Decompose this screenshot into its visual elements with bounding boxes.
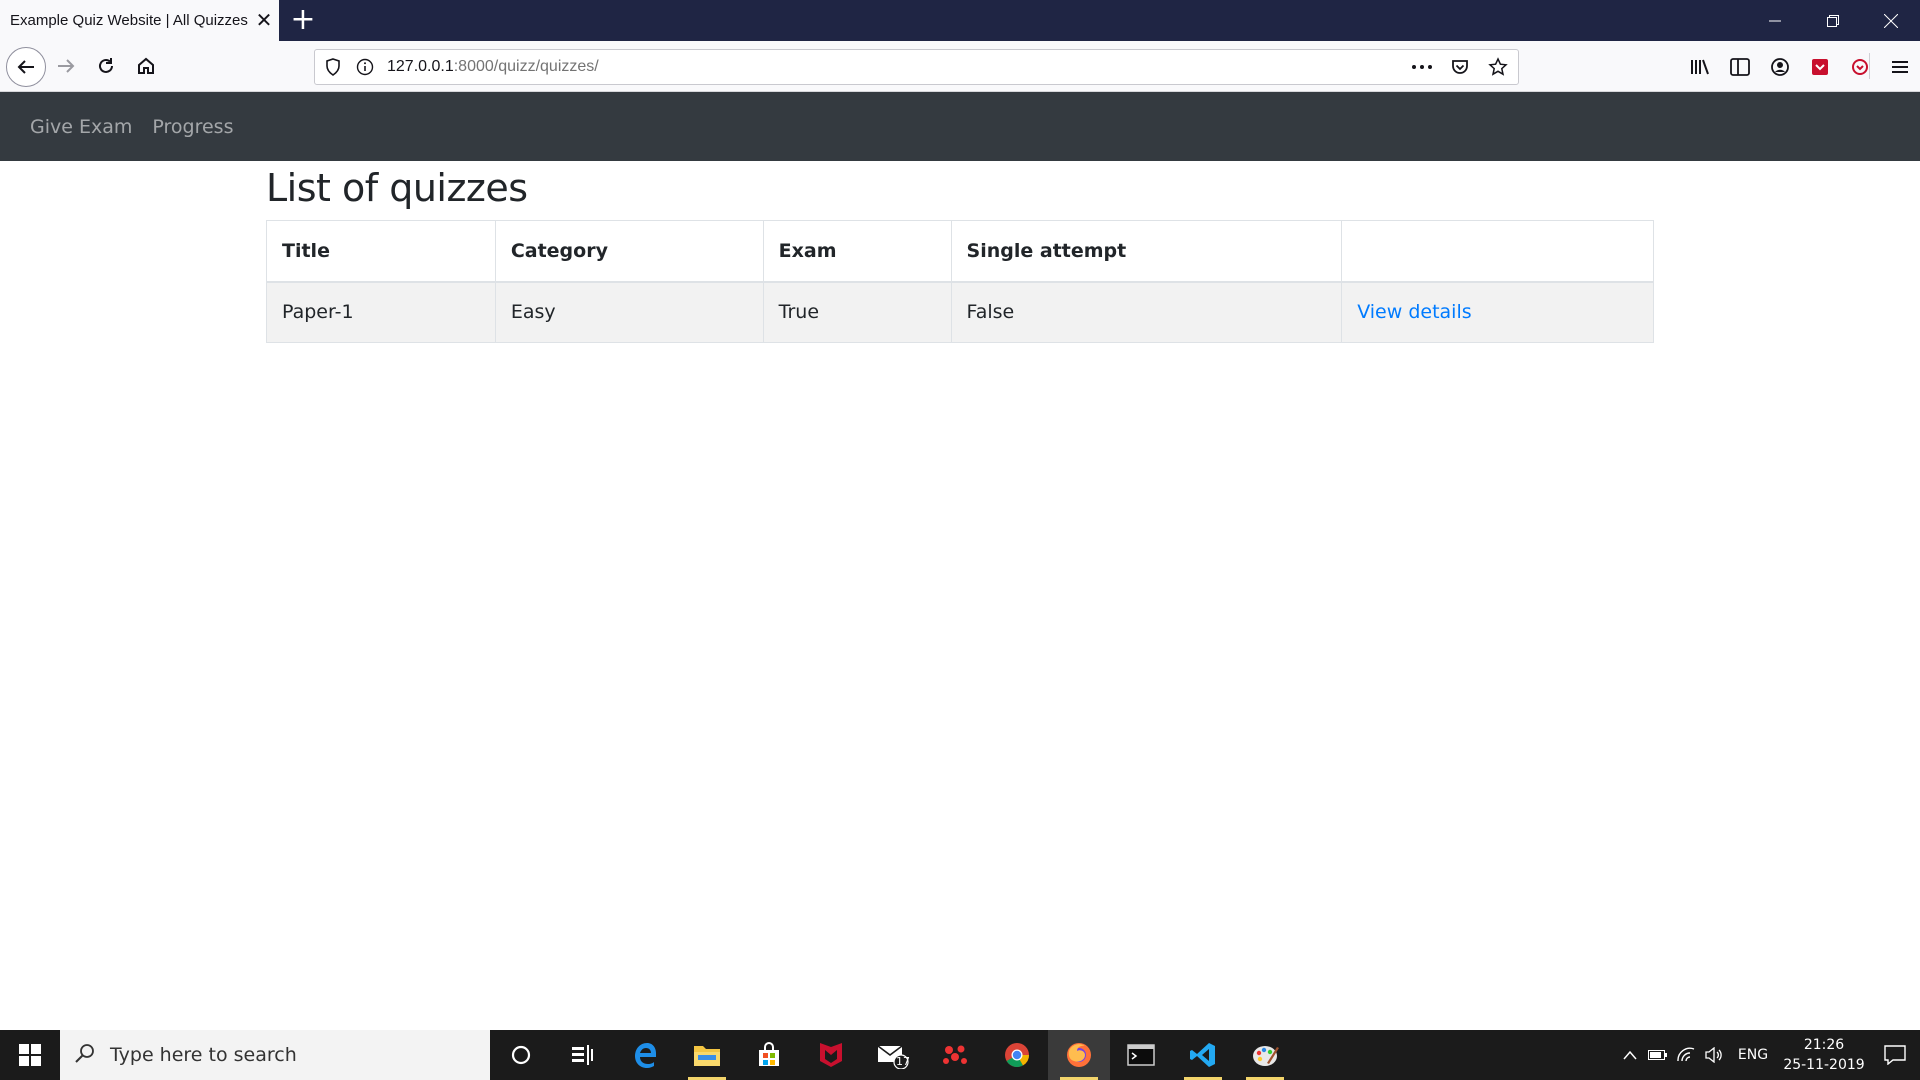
browser-tab[interactable]: Example Quiz Website | All Quizzes ✕ — [0, 0, 279, 41]
sidebar-icon[interactable] — [1720, 49, 1760, 85]
notification-icon[interactable] — [1870, 1030, 1920, 1080]
extension-icon-2[interactable] — [1840, 49, 1880, 85]
nav-give-exam[interactable]: Give Exam — [30, 116, 132, 138]
toolbar-separator — [1869, 53, 1870, 79]
close-window-icon[interactable] — [1862, 0, 1920, 41]
wifi-icon[interactable] — [1672, 1047, 1700, 1063]
task-view-icon[interactable] — [552, 1030, 614, 1080]
mcafee-icon[interactable] — [800, 1030, 862, 1080]
edge-icon[interactable] — [614, 1030, 676, 1080]
window-controls — [1746, 0, 1920, 41]
cell-exam: True — [762, 281, 952, 343]
tab-title: Example Quiz Website | All Quizzes — [10, 12, 248, 29]
shield-icon[interactable] — [323, 57, 343, 77]
battery-icon[interactable] — [1644, 1049, 1672, 1061]
clock-time: 21:26 — [1803, 1037, 1845, 1053]
windows-start-icon[interactable] — [0, 1030, 60, 1080]
vscode-icon[interactable] — [1172, 1030, 1234, 1080]
site-navbar: Give Exam Progress — [0, 92, 1920, 161]
account-icon[interactable] — [1760, 49, 1800, 85]
new-tab-icon[interactable]: + — [286, 4, 320, 38]
windows-taskbar: Type here to search 17 ENG 21:26 25-11-2… — [0, 1030, 1920, 1080]
back-icon[interactable] — [6, 47, 46, 87]
cluster-app-icon[interactable] — [924, 1030, 986, 1080]
volume-icon[interactable] — [1700, 1047, 1728, 1063]
chevron-up-icon[interactable] — [1616, 1050, 1644, 1060]
url-actions — [1410, 55, 1510, 79]
url-path: :8000/quizz/quizzes/ — [453, 58, 599, 75]
taskbar-search[interactable]: Type here to search — [60, 1030, 490, 1080]
main-content: List of quizzes Title Category Exam Sing… — [266, 166, 1656, 343]
taskbar-apps: 17 — [490, 1030, 1296, 1080]
paint-icon[interactable] — [1234, 1030, 1296, 1080]
table-row: Paper-1 Easy True False View details — [266, 281, 1654, 343]
mail-badge: 17 — [896, 1055, 910, 1068]
browser-tabstrip: Example Quiz Website | All Quizzes ✕ + — [0, 0, 1920, 41]
home-icon[interactable] — [128, 48, 164, 84]
store-icon[interactable] — [738, 1030, 800, 1080]
language-indicator[interactable]: ENG — [1728, 1047, 1778, 1063]
clock[interactable]: 21:26 25-11-2019 — [1778, 1035, 1870, 1075]
mail-icon[interactable]: 17 — [862, 1030, 924, 1080]
library-icon[interactable] — [1680, 49, 1720, 85]
url-host: 127.0.0.1 — [387, 58, 454, 75]
more-actions-icon[interactable] — [1410, 55, 1434, 79]
cell-category: Easy — [494, 281, 764, 343]
cell-title: Paper-1 — [266, 281, 496, 343]
header-actions — [1341, 220, 1654, 283]
address-bar[interactable]: 127.0.0.1:8000/quizz/quizzes/ — [314, 49, 1519, 85]
pocket-icon[interactable] — [1448, 55, 1472, 79]
minimize-icon[interactable] — [1746, 0, 1804, 41]
info-icon[interactable] — [355, 57, 375, 77]
search-placeholder: Type here to search — [110, 1044, 297, 1066]
cell-actions: View details — [1341, 281, 1654, 343]
system-tray: ENG 21:26 25-11-2019 — [1616, 1030, 1920, 1080]
page-title: List of quizzes — [266, 166, 528, 210]
cell-single-attempt: False — [950, 281, 1343, 343]
header-single-attempt: Single attempt — [950, 220, 1343, 283]
firefox-icon[interactable] — [1048, 1030, 1110, 1080]
bookmark-star-icon[interactable] — [1486, 55, 1510, 79]
view-details-link[interactable]: View details — [1357, 301, 1471, 323]
url-text: 127.0.0.1:8000/quizz/quizzes/ — [387, 58, 599, 76]
header-category: Category — [494, 220, 764, 283]
quiz-table: Title Category Exam Single attempt Paper… — [266, 220, 1654, 343]
header-title: Title — [266, 220, 496, 283]
reload-icon[interactable] — [88, 48, 124, 84]
browser-toolbar: 127.0.0.1:8000/quizz/quizzes/ — [0, 41, 1920, 92]
cortana-icon[interactable] — [490, 1030, 552, 1080]
search-icon — [74, 1042, 96, 1068]
clock-date: 25-11-2019 — [1783, 1057, 1865, 1073]
terminal-icon[interactable] — [1110, 1030, 1172, 1080]
chrome-icon[interactable] — [986, 1030, 1048, 1080]
forward-icon[interactable] — [48, 48, 84, 84]
table-header-row: Title Category Exam Single attempt — [266, 220, 1654, 283]
header-exam: Exam — [762, 220, 952, 283]
restore-icon[interactable] — [1804, 0, 1862, 41]
close-tab-icon[interactable]: ✕ — [249, 6, 279, 36]
toolbar-right — [1680, 49, 1920, 85]
file-explorer-icon[interactable] — [676, 1030, 738, 1080]
menu-icon[interactable] — [1880, 49, 1920, 85]
nav-progress[interactable]: Progress — [152, 116, 233, 138]
extension-icon[interactable] — [1800, 49, 1840, 85]
